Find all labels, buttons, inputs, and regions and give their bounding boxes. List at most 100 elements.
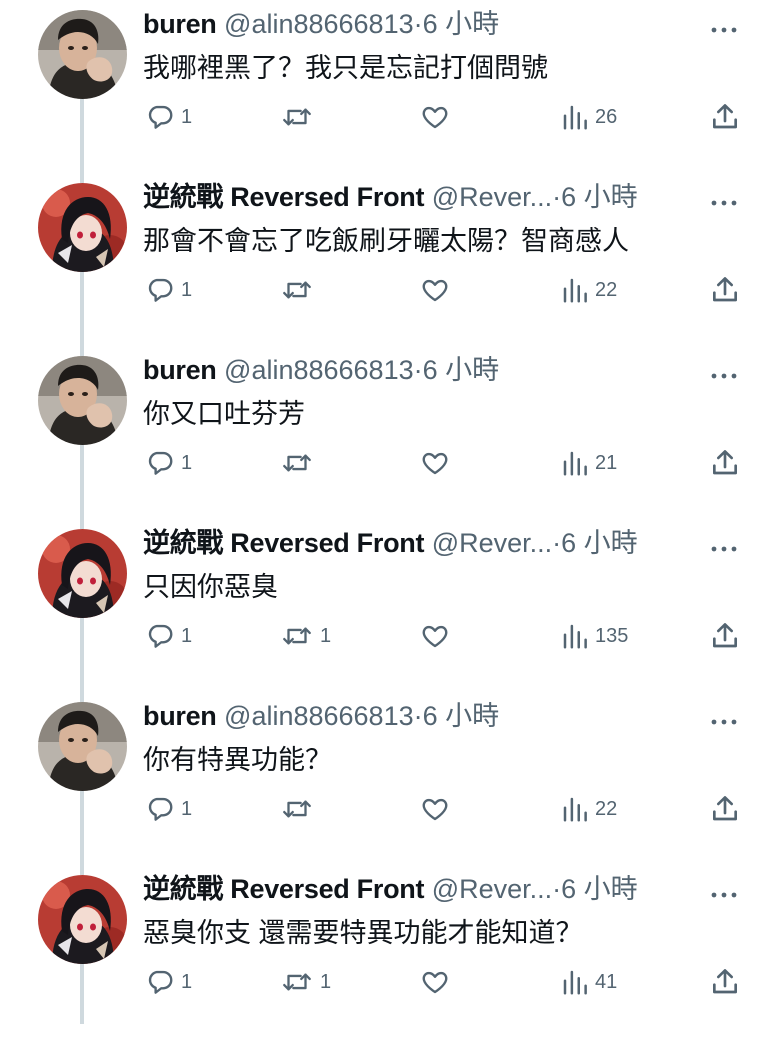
tweet-header: buren @alin88666813·6 小時	[143, 696, 720, 736]
views-button[interactable]: 22	[561, 269, 617, 311]
reply-icon	[145, 275, 175, 305]
heart-icon	[420, 448, 450, 478]
views-icon	[561, 967, 589, 997]
retweet-icon	[280, 967, 314, 997]
more-icon[interactable]	[710, 541, 738, 552]
thread-connector-line	[80, 272, 84, 356]
more-icon[interactable]	[710, 368, 738, 379]
display-name[interactable]: buren	[143, 9, 217, 39]
reply-button[interactable]: 1	[145, 269, 192, 311]
retweet-icon	[280, 102, 314, 132]
retweet-button[interactable]	[280, 96, 320, 138]
avatar[interactable]	[38, 875, 127, 964]
avatar[interactable]	[38, 702, 127, 791]
user-handle[interactable]: @Rever...	[432, 874, 552, 904]
display-name[interactable]: 逆統戰 Reversed Front	[143, 874, 424, 904]
view-count: 41	[595, 970, 618, 993]
views-button[interactable]: 41	[561, 961, 617, 1003]
timestamp[interactable]: 6 小時	[561, 528, 638, 558]
display-name[interactable]: buren	[143, 355, 217, 385]
tweet-text: 我哪裡黑了？我只是忘記打個問號	[143, 53, 548, 83]
retweet-button[interactable]: 1	[280, 615, 331, 657]
tweet[interactable]: 逆統戰 Reversed Front @Rever...·6 小時 只因你惡臭 …	[0, 519, 780, 702]
retweet-icon	[280, 448, 314, 478]
views-icon	[561, 275, 589, 305]
like-button[interactable]	[420, 96, 450, 138]
share-button[interactable]	[709, 615, 741, 657]
share-button[interactable]	[709, 961, 741, 1003]
retweet-button[interactable]	[280, 442, 320, 484]
user-handle[interactable]: @alin88666813	[224, 9, 414, 39]
action-bar: 1 1 41	[143, 961, 748, 1003]
retweet-icon	[280, 621, 314, 651]
separator-dot: ·	[552, 182, 562, 212]
share-icon	[709, 447, 741, 479]
like-button[interactable]	[420, 615, 450, 657]
more-icon[interactable]	[710, 714, 738, 725]
view-count: 135	[595, 624, 629, 647]
views-button[interactable]: 26	[561, 96, 617, 138]
share-button[interactable]	[709, 442, 741, 484]
timestamp[interactable]: 6 小時	[561, 182, 638, 212]
heart-icon	[420, 102, 450, 132]
retweet-button[interactable]	[280, 269, 320, 311]
tweet[interactable]: buren @alin88666813·6 小時 你有特異功能？ 1 22	[0, 692, 780, 875]
reply-button[interactable]: 1	[145, 615, 192, 657]
tweet[interactable]: 逆統戰 Reversed Front @Rever...·6 小時 惡臭你支 還…	[0, 865, 780, 1038]
avatar[interactable]	[38, 356, 127, 445]
display-name[interactable]: 逆統戰 Reversed Front	[143, 182, 424, 212]
like-button[interactable]	[420, 442, 450, 484]
timestamp[interactable]: 6 小時	[423, 9, 500, 39]
like-button[interactable]	[420, 269, 450, 311]
more-icon[interactable]	[710, 22, 738, 33]
tweet[interactable]: buren @alin88666813·6 小時 我哪裡黑了？我只是忘記打個問號…	[0, 0, 780, 183]
share-button[interactable]	[709, 269, 741, 311]
separator-dot: ·	[552, 874, 562, 904]
more-icon[interactable]	[710, 195, 738, 206]
avatar[interactable]	[38, 529, 127, 618]
retweet-count: 1	[320, 970, 332, 993]
display-name[interactable]: 逆統戰 Reversed Front	[143, 528, 424, 558]
user-handle[interactable]: @alin88666813	[224, 701, 414, 731]
separator-dot: ·	[413, 701, 423, 731]
reply-count: 1	[181, 970, 193, 993]
user-handle[interactable]: @alin88666813	[224, 355, 414, 385]
avatar[interactable]	[38, 10, 127, 99]
view-count: 22	[595, 797, 618, 820]
timestamp[interactable]: 6 小時	[423, 701, 500, 731]
timestamp[interactable]: 6 小時	[423, 355, 500, 385]
reply-button[interactable]: 1	[145, 442, 192, 484]
user-handle[interactable]: @Rever...	[432, 182, 552, 212]
more-icon[interactable]	[710, 887, 738, 898]
reply-icon	[145, 967, 175, 997]
tweet-text: 惡臭你支 還需要特異功能才能知道？	[143, 918, 583, 948]
views-icon	[561, 621, 589, 651]
views-button[interactable]: 21	[561, 442, 617, 484]
reply-count: 1	[181, 451, 193, 474]
retweet-count: 1	[320, 624, 332, 647]
display-name[interactable]: buren	[143, 701, 217, 731]
share-icon	[709, 966, 741, 998]
reply-button[interactable]: 1	[145, 96, 192, 138]
views-button[interactable]: 22	[561, 788, 617, 830]
thread-connector-line	[80, 445, 84, 529]
retweet-button[interactable]: 1	[280, 961, 331, 1003]
action-bar: 1 22	[143, 788, 748, 830]
tweet-header: buren @alin88666813·6 小時	[143, 4, 720, 44]
user-handle[interactable]: @Rever...	[432, 528, 552, 558]
views-icon	[561, 448, 589, 478]
like-button[interactable]	[420, 961, 450, 1003]
share-button[interactable]	[709, 788, 741, 830]
timestamp[interactable]: 6 小時	[561, 874, 638, 904]
tweet[interactable]: 逆統戰 Reversed Front @Rever...·6 小時 那會不會忘了…	[0, 173, 780, 356]
reply-button[interactable]: 1	[145, 788, 192, 830]
tweet[interactable]: buren @alin88666813·6 小時 你又口吐芬芳 1 21	[0, 346, 780, 529]
reply-button[interactable]: 1	[145, 961, 192, 1003]
like-button[interactable]	[420, 788, 450, 830]
views-icon	[561, 794, 589, 824]
share-button[interactable]	[709, 96, 741, 138]
retweet-button[interactable]	[280, 788, 320, 830]
avatar[interactable]	[38, 183, 127, 272]
views-icon	[561, 102, 589, 132]
views-button[interactable]: 135	[561, 615, 628, 657]
